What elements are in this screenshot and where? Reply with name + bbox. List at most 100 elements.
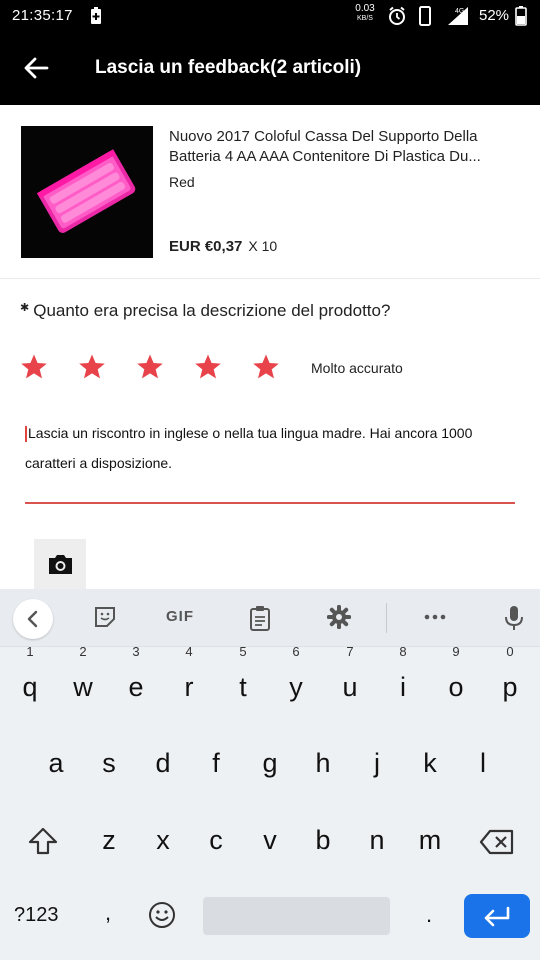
key-f[interactable]: f — [193, 735, 239, 791]
key-label: o — [448, 672, 464, 702]
key-label: x — [156, 825, 170, 855]
key-o[interactable]: 9o — [433, 645, 479, 715]
key-c[interactable]: c — [193, 812, 239, 868]
key-label: z — [102, 825, 116, 855]
sticker-icon[interactable] — [93, 605, 117, 629]
key-hint: 6 — [292, 644, 300, 659]
clipboard-icon[interactable] — [249, 605, 271, 631]
key-g[interactable]: g — [247, 735, 293, 791]
key-label: p — [502, 672, 518, 702]
key-label: g — [262, 748, 278, 778]
product-variant: Red — [169, 174, 195, 190]
key-label: y — [289, 672, 303, 702]
back-arrow-icon[interactable] — [22, 54, 50, 82]
star-icon[interactable] — [136, 353, 164, 381]
key-v[interactable]: v — [247, 812, 293, 868]
key-label: s — [102, 748, 116, 778]
alarm-icon — [389, 6, 405, 25]
space-key[interactable] — [203, 897, 390, 935]
key-y[interactable]: 6y — [273, 645, 319, 715]
product-image — [21, 126, 153, 258]
key-label: i — [400, 672, 406, 702]
key-b[interactable]: b — [300, 812, 346, 868]
key-x[interactable]: x — [140, 812, 186, 868]
key-d[interactable]: d — [140, 735, 186, 791]
network-speed-unit: KB/S — [357, 15, 373, 22]
rating-label: Molto accurato — [311, 360, 403, 376]
product-card: Nuovo 2017 Coloful Cassa Del Supporto De… — [0, 105, 540, 279]
key-hint: 8 — [399, 644, 407, 659]
notification-battery-icon — [91, 7, 101, 24]
key-label: r — [184, 672, 194, 702]
key-label: a — [48, 748, 64, 778]
mic-icon[interactable] — [503, 605, 525, 631]
key-q[interactable]: 1q — [7, 645, 53, 715]
key-m[interactable]: m — [407, 812, 453, 868]
toolbar-divider — [386, 603, 387, 633]
key-label: h — [315, 748, 331, 778]
product-title[interactable]: Nuovo 2017 Coloful Cassa Del Supporto De… — [169, 127, 524, 167]
key-i[interactable]: 8i — [380, 645, 426, 715]
more-options-icon[interactable] — [423, 605, 447, 629]
feedback-placeholder-text: Lascia un riscontro in inglese o nella t… — [25, 425, 473, 471]
key-hint: 0 — [506, 644, 514, 659]
key-k[interactable]: k — [407, 735, 453, 791]
shift-icon[interactable] — [27, 826, 59, 856]
key-label: q — [22, 672, 38, 702]
key-label: n — [369, 825, 385, 855]
star-icon[interactable] — [194, 353, 222, 381]
key-n[interactable]: n — [354, 812, 400, 868]
keyboard-toolbar: GIF — [0, 589, 540, 647]
symbols-key[interactable]: ?123 — [14, 904, 59, 927]
key-hint: 3 — [132, 644, 140, 659]
keyboard-collapse-button[interactable] — [13, 599, 53, 639]
key-w[interactable]: 2w — [60, 645, 106, 715]
key-label: m — [418, 825, 442, 855]
key-j[interactable]: j — [354, 735, 400, 791]
key-a[interactable]: a — [33, 735, 79, 791]
key-hint: 5 — [239, 644, 247, 659]
app-bar: Lascia un feedback(2 articoli) — [0, 32, 540, 105]
key-e[interactable]: 3e — [113, 645, 159, 715]
key-l[interactable]: l — [460, 735, 506, 791]
enter-key[interactable] — [464, 894, 530, 938]
gear-icon[interactable] — [327, 605, 351, 629]
key-hint: 9 — [452, 644, 460, 659]
feedback-textarea[interactable]: Lascia un riscontro in inglese o nella t… — [25, 418, 515, 504]
product-quantity: X 10 — [248, 238, 278, 254]
key-label: f — [212, 748, 220, 778]
add-photo-button[interactable] — [34, 539, 86, 589]
required-mark: ✱ — [20, 302, 30, 314]
key-label: u — [342, 672, 358, 702]
star-icon[interactable] — [252, 353, 280, 381]
gif-button[interactable]: GIF — [166, 608, 194, 625]
star-icon[interactable] — [78, 353, 106, 381]
key-label: c — [209, 825, 223, 855]
question-text: Quanto era precisa la descrizione del pr… — [33, 301, 391, 320]
key-label: k — [423, 748, 437, 778]
emoji-icon[interactable] — [148, 901, 176, 929]
key-t[interactable]: 5t — [220, 645, 266, 715]
key-u[interactable]: 7u — [327, 645, 373, 715]
key-p[interactable]: 0p — [487, 645, 533, 715]
key-label: d — [155, 748, 171, 778]
key-label: j — [374, 748, 380, 778]
comma-key[interactable]: , — [105, 900, 111, 926]
battery-icon — [515, 6, 527, 26]
star-icon[interactable] — [20, 353, 48, 381]
key-z[interactable]: z — [86, 812, 132, 868]
chevron-left-icon — [27, 610, 38, 628]
backspace-icon[interactable] — [479, 829, 515, 855]
key-label: b — [315, 825, 331, 855]
period-key[interactable]: . — [426, 902, 432, 928]
status-bar: 21:35:17 0.03 KB/S 4G 52% — [0, 0, 540, 32]
network-speed-value: 0.03 — [355, 3, 375, 14]
key-s[interactable]: s — [86, 735, 132, 791]
key-h[interactable]: h — [300, 735, 346, 791]
star-rating[interactable] — [20, 353, 310, 385]
key-hint: 4 — [185, 644, 193, 659]
key-r[interactable]: 4r — [166, 645, 212, 715]
feedback-placeholder: Lascia un riscontro in inglese o nella t… — [25, 418, 495, 478]
page-title: Lascia un feedback(2 articoli) — [95, 57, 362, 78]
enter-icon — [484, 906, 510, 927]
